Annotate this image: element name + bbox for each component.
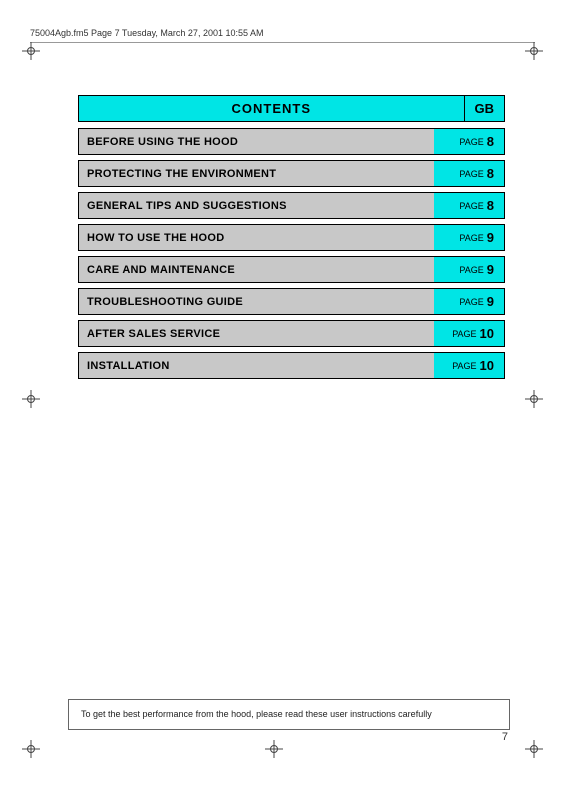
- crosshair-top-right: [525, 42, 543, 60]
- toc-page: PAGE 9: [434, 289, 504, 314]
- toc-row: INSTALLATION PAGE 10: [78, 352, 505, 379]
- toc-page-word: PAGE: [459, 169, 483, 179]
- toc-label: TROUBLESHOOTING GUIDE: [79, 289, 434, 314]
- toc-label: AFTER SALES SERVICE: [79, 321, 434, 346]
- toc-page-number: 10: [480, 358, 494, 373]
- toc-page-number: 9: [487, 262, 494, 277]
- toc-label: GENERAL TIPS AND SUGGESTIONS: [79, 193, 434, 218]
- header-text: 75004Agb.fm5 Page 7 Tuesday, March 27, 2…: [30, 28, 264, 38]
- toc-page: PAGE 9: [434, 225, 504, 250]
- toc-page-word: PAGE: [459, 201, 483, 211]
- toc-row: BEFORE USING THE HOOD PAGE 8: [78, 128, 505, 155]
- toc-page-word: PAGE: [459, 233, 483, 243]
- toc-page-number: 8: [487, 134, 494, 149]
- crosshair-bottom-right: [525, 740, 543, 758]
- contents-gb-label: GB: [464, 95, 506, 122]
- toc-label: HOW TO USE THE HOOD: [79, 225, 434, 250]
- crosshair-bottom-center: [265, 740, 283, 758]
- toc-row: HOW TO USE THE HOOD PAGE 9: [78, 224, 505, 251]
- toc-page-number: 8: [487, 166, 494, 181]
- toc-row: PROTECTING THE ENVIRONMENT PAGE 8: [78, 160, 505, 187]
- crosshair-top-left: [22, 42, 40, 60]
- toc-row: TROUBLESHOOTING GUIDE PAGE 9: [78, 288, 505, 315]
- toc-row: GENERAL TIPS AND SUGGESTIONS PAGE 8: [78, 192, 505, 219]
- toc-page-word: PAGE: [459, 265, 483, 275]
- page: 75004Agb.fm5 Page 7 Tuesday, March 27, 2…: [0, 0, 565, 800]
- toc-label: PROTECTING THE ENVIRONMENT: [79, 161, 434, 186]
- toc-page: PAGE 8: [434, 161, 504, 186]
- toc-page: PAGE 9: [434, 257, 504, 282]
- toc-page-word: PAGE: [459, 297, 483, 307]
- toc-page-word: PAGE: [459, 137, 483, 147]
- crosshair-bottom-left: [22, 740, 40, 758]
- contents-area: CONTENTS GB BEFORE USING THE HOODPAGE8PR…: [78, 95, 505, 384]
- contents-title: CONTENTS: [78, 95, 464, 122]
- toc-page: PAGE 8: [434, 129, 504, 154]
- toc-page-word: PAGE: [452, 329, 476, 339]
- page-number: 7: [502, 731, 508, 743]
- toc-page: PAGE 10: [434, 321, 504, 346]
- toc-page-number: 10: [480, 326, 494, 341]
- bottom-note: To get the best performance from the hoo…: [68, 699, 510, 730]
- toc-page-word: PAGE: [452, 361, 476, 371]
- toc-label: CARE AND MAINTENANCE: [79, 257, 434, 282]
- toc-page: PAGE 10: [434, 353, 504, 378]
- toc-page: PAGE 8: [434, 193, 504, 218]
- toc-row: CARE AND MAINTENANCE PAGE 9: [78, 256, 505, 283]
- toc-page-number: 9: [487, 230, 494, 245]
- toc-page-number: 9: [487, 294, 494, 309]
- crosshair-middle-left: [22, 390, 40, 408]
- contents-title-row: CONTENTS GB: [78, 95, 505, 122]
- crosshair-middle-right: [525, 390, 543, 408]
- toc-row: AFTER SALES SERVICE PAGE 10: [78, 320, 505, 347]
- toc-rows: BEFORE USING THE HOODPAGE8PROTECTING THE…: [78, 128, 505, 384]
- header-line: 75004Agb.fm5 Page 7 Tuesday, March 27, 2…: [30, 28, 535, 43]
- toc-label: INSTALLATION: [79, 353, 434, 378]
- toc-label: BEFORE USING THE HOOD: [79, 129, 434, 154]
- toc-page-number: 8: [487, 198, 494, 213]
